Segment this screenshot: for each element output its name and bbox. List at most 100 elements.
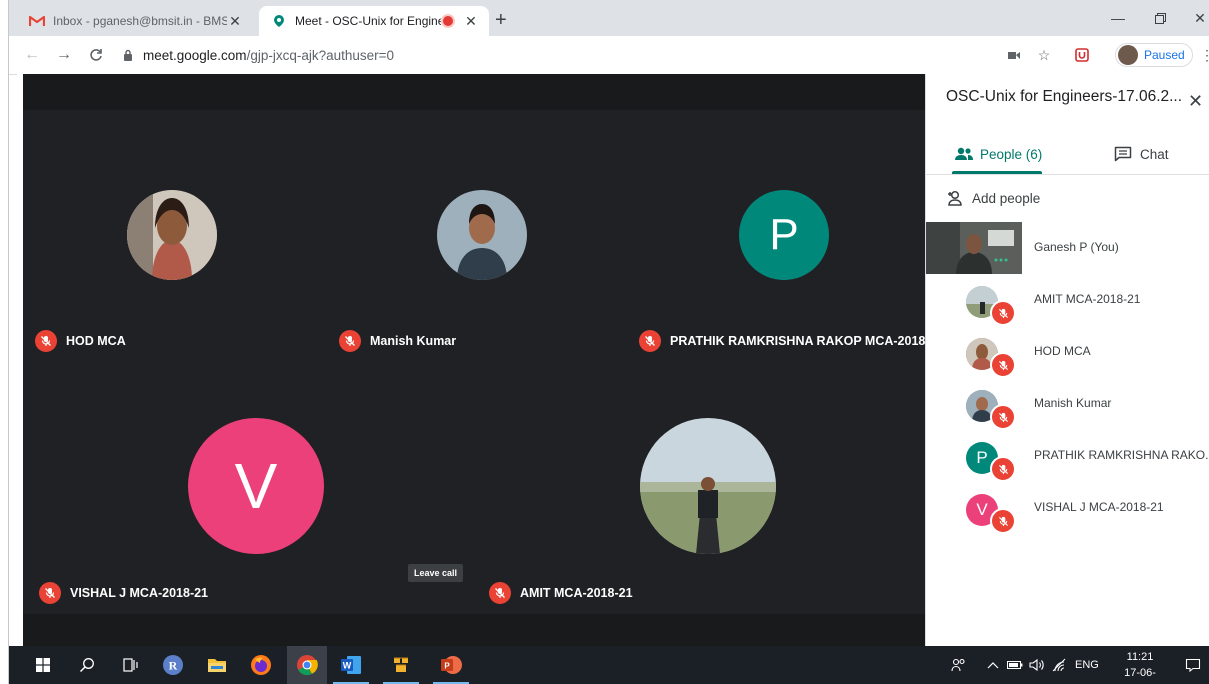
browser-tabstrip: Inbox - pganesh@bmsit.in - BMS ✕ Meet - …	[9, 0, 1209, 36]
minimize-icon[interactable]: —	[1095, 0, 1141, 36]
add-people-button[interactable]: Add people	[946, 186, 1040, 210]
url-path: /gjp-jxcq-ajk?authuser=0	[246, 47, 395, 63]
mic-off-icon	[639, 330, 661, 352]
word-icon[interactable]: W	[333, 653, 369, 684]
extension-icon[interactable]	[1072, 45, 1092, 65]
panel-title: OSC-Unix for Engineers-17.06.2...	[946, 88, 1183, 105]
search-icon[interactable]	[75, 653, 99, 677]
close-window-icon[interactable]: ✕	[1177, 0, 1209, 36]
participant-name: VISHAL J MCA-2018-21	[1034, 500, 1164, 514]
participant-name-label: VISHAL J MCA-2018-21	[70, 586, 209, 600]
firefox-icon[interactable]	[249, 653, 273, 677]
meeting-top-bar	[23, 74, 925, 110]
self-video-thumbnail	[926, 222, 1022, 274]
mic-off-icon	[990, 352, 1016, 378]
powerpoint-icon[interactable]: P	[433, 653, 469, 684]
close-tab-icon[interactable]: ✕	[227, 13, 243, 29]
app-icon[interactable]	[383, 653, 419, 684]
new-tab-button[interactable]: +	[495, 10, 507, 30]
participant-name: Manish Kumar	[1034, 396, 1112, 410]
participant-name: VISHAL J MCA-2018-21	[39, 582, 208, 604]
meeting-grid: HOD MCA Manish Kumar P PRATHIK RAMKRISHN…	[23, 74, 936, 646]
participant-name: HOD MCA	[35, 330, 126, 352]
mic-off-icon	[39, 582, 61, 604]
participant-row[interactable]: Manish Kumar	[926, 378, 1209, 430]
participant-row[interactable]: P PRATHIK RAMKRISHNA RAKO...	[926, 430, 1209, 482]
participant-name: HOD MCA	[1034, 344, 1091, 358]
participant-row[interactable]: HOD MCA	[926, 326, 1209, 378]
participant-name-label: AMIT MCA-2018-21	[520, 586, 633, 600]
participant-name: AMIT MCA-2018-21	[1034, 292, 1141, 306]
meet-icon	[271, 13, 287, 29]
people-icon	[954, 147, 974, 161]
participant-name: Ganesh P (You)	[1034, 240, 1119, 254]
participant-avatar	[437, 190, 527, 280]
profile-status: Paused	[1144, 48, 1185, 62]
add-people-label: Add people	[972, 190, 1041, 206]
mic-off-icon	[990, 456, 1016, 482]
address-bar[interactable]: meet.google.com/gjp-jxcq-ajk?authuser=0	[121, 41, 981, 69]
participant-name: Manish Kumar	[339, 330, 456, 352]
people-tray-icon[interactable]	[951, 646, 967, 684]
file-explorer-icon[interactable]	[205, 653, 229, 677]
windows-start-icon[interactable]	[31, 653, 55, 677]
profile-button[interactable]: Paused	[1115, 43, 1193, 67]
add-person-icon	[946, 190, 966, 206]
mic-off-icon	[990, 508, 1016, 534]
url-host: meet.google.com	[143, 47, 247, 63]
participant-row[interactable]: AMIT MCA-2018-21	[926, 274, 1209, 326]
tab-gmail-inbox[interactable]: Inbox - pganesh@bmsit.in - BMS ✕	[17, 6, 253, 36]
close-tab-icon[interactable]: ✕	[463, 13, 479, 29]
mic-off-icon	[35, 330, 57, 352]
notifications-icon[interactable]	[1185, 646, 1201, 684]
tab-title: Inbox - pganesh@bmsit.in - BMS	[53, 14, 227, 28]
svg-text:W: W	[343, 661, 352, 671]
participant-name: PRATHIK RAMKRISHNA RAKO...	[1034, 448, 1209, 462]
task-view-icon[interactable]	[119, 653, 143, 677]
participant-avatar: P	[739, 190, 829, 280]
participant-name: AMIT MCA-2018-21	[489, 582, 633, 604]
camera-icon[interactable]	[1004, 45, 1024, 65]
star-icon[interactable]: ☆	[1034, 45, 1054, 65]
clock[interactable]: 11:21 17-06-2020	[1113, 649, 1167, 684]
participant-row[interactable]: V VISHAL J MCA-2018-21	[926, 482, 1209, 534]
language-indicator[interactable]: ENG	[1075, 646, 1099, 684]
participant-name-label: PRATHIK RAMKRISHNA RAKOP MCA-2018...	[670, 334, 936, 348]
participant-name: PRATHIK RAMKRISHNA RAKOP MCA-2018...	[639, 330, 936, 352]
tab-chat[interactable]: Chat	[1114, 134, 1169, 174]
meeting-bottom-bar	[23, 614, 925, 646]
tab-title: Meet - OSC-Unix for Enginee	[295, 14, 441, 28]
url-text: meet.google.com/gjp-jxcq-ajk?authuser=0	[143, 48, 394, 63]
back-icon[interactable]: ←	[21, 44, 43, 66]
wifi-icon[interactable]	[1051, 646, 1067, 684]
menu-icon[interactable]: ⋮	[1197, 45, 1209, 65]
tab-google-meet[interactable]: Meet - OSC-Unix for Enginee ✕	[259, 6, 489, 36]
svg-text:P: P	[444, 662, 450, 671]
chat-icon	[1114, 146, 1132, 162]
avatar-letter: P	[976, 448, 988, 467]
tab-people-label: People (6)	[980, 146, 1043, 162]
avatar	[1118, 45, 1138, 65]
participant-name-label: Manish Kumar	[370, 334, 457, 348]
chrome-icon[interactable]	[287, 646, 327, 684]
volume-icon[interactable]	[1029, 646, 1045, 684]
chevron-up-icon[interactable]	[987, 646, 999, 684]
battery-icon[interactable]	[1007, 646, 1023, 684]
tab-chat-label: Chat	[1140, 146, 1169, 162]
lock-icon	[121, 48, 135, 62]
gmail-icon	[29, 13, 45, 29]
close-panel-icon[interactable]: ✕	[1188, 91, 1203, 112]
svg-text:R: R	[169, 659, 178, 673]
screen: Inbox - pganesh@bmsit.in - BMS ✕ Meet - …	[8, 0, 1209, 684]
forward-icon[interactable]: →	[53, 44, 75, 66]
leave-call-tooltip: Leave call	[408, 564, 464, 582]
r-app-icon[interactable]: R	[161, 653, 185, 677]
tab-people[interactable]: People (6)	[954, 134, 1042, 174]
mic-off-icon	[990, 404, 1016, 430]
participant-row[interactable]: Ganesh P (You)	[926, 222, 1209, 274]
mic-off-icon	[489, 582, 511, 604]
mic-off-icon	[339, 330, 361, 352]
reload-icon[interactable]	[85, 44, 107, 66]
avatar-letter: V	[234, 450, 278, 522]
avatar-letter: P	[769, 210, 799, 259]
